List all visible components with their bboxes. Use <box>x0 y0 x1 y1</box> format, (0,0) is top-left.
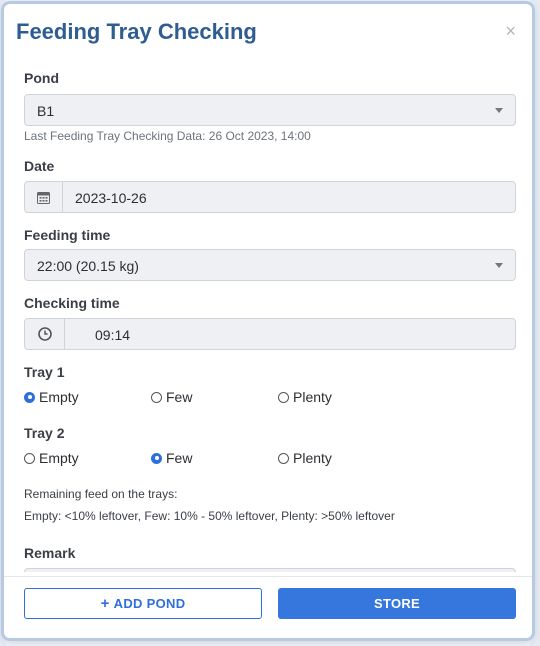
modal-header: Feeding Tray Checking × <box>4 4 532 56</box>
tray2-option-empty[interactable]: Empty <box>24 450 79 466</box>
modal-footer: + ADD POND STORE <box>4 576 532 638</box>
tray2-option-label: Plenty <box>293 450 332 466</box>
tray1-option-empty[interactable]: Empty <box>24 389 79 405</box>
pond-select-value: B1 <box>37 103 55 119</box>
tray2-option-plenty[interactable]: Plenty <box>278 450 332 466</box>
radio-checked-icon[interactable] <box>151 452 162 464</box>
tray1-label: Tray 1 <box>24 364 65 380</box>
checking-time-input[interactable]: 09:14 <box>24 318 516 350</box>
close-icon[interactable]: × <box>505 22 516 40</box>
tray2-radio-group: Empty Few Plenty <box>24 450 516 470</box>
remark-label: Remark <box>24 545 76 561</box>
remaining-feed-note: Remaining feed on the trays: <box>24 487 178 501</box>
modal-title: Feeding Tray Checking <box>16 19 257 44</box>
tray-legend-note: Empty: <10% leftover, Few: 10% - 50% lef… <box>24 509 395 523</box>
tray1-option-few[interactable]: Few <box>151 389 192 405</box>
tray1-radio-group: Empty Few Plenty <box>24 389 516 409</box>
modal-body: Pond B1 Last Feeding Tray Checking Data:… <box>24 56 516 572</box>
radio-unchecked-icon[interactable] <box>278 452 289 464</box>
pond-select[interactable]: B1 <box>24 94 516 126</box>
tray2-option-few[interactable]: Few <box>151 450 192 466</box>
tray1-option-plenty[interactable]: Plenty <box>278 389 332 405</box>
clock-icon[interactable] <box>25 319 65 349</box>
radio-unchecked-icon[interactable] <box>151 391 162 403</box>
date-input[interactable]: 2023-10-26 <box>24 181 516 213</box>
feeding-tray-modal: Feeding Tray Checking × Pond B1 Last Fee… <box>4 4 532 638</box>
radio-unchecked-icon[interactable] <box>278 391 289 403</box>
last-check-info: Last Feeding Tray Checking Data: 26 Oct … <box>24 129 311 143</box>
tray2-option-label: Empty <box>39 450 79 466</box>
pond-label: Pond <box>24 70 59 86</box>
date-value: 2023-10-26 <box>75 190 147 206</box>
tray1-option-label: Few <box>166 389 193 405</box>
tray1-option-label: Plenty <box>293 389 332 405</box>
add-pond-button[interactable]: + ADD POND <box>24 588 262 619</box>
store-button-label: STORE <box>373 596 421 611</box>
feeding-time-value: 22:00 (20.15 kg) <box>37 258 139 274</box>
feeding-time-label: Feeding time <box>24 227 111 243</box>
tray2-label: Tray 2 <box>24 425 65 441</box>
checking-time-value: 09:14 <box>95 327 131 343</box>
tray2-option-label: Few <box>166 450 193 466</box>
tray1-option-label: Empty <box>39 389 79 405</box>
add-pond-button-label: ADD POND <box>113 596 186 611</box>
calendar-icon[interactable] <box>25 182 63 212</box>
chevron-down-icon <box>495 263 503 268</box>
remark-input[interactable] <box>24 568 516 572</box>
plus-icon: + <box>100 595 110 612</box>
radio-unchecked-icon[interactable] <box>24 452 35 464</box>
chevron-down-icon <box>495 108 503 113</box>
date-label: Date <box>24 158 55 174</box>
store-button[interactable]: STORE <box>278 588 516 619</box>
radio-checked-icon[interactable] <box>24 391 35 403</box>
checking-time-label: Checking time <box>24 295 120 311</box>
feeding-time-select[interactable]: 22:00 (20.15 kg) <box>24 249 516 281</box>
